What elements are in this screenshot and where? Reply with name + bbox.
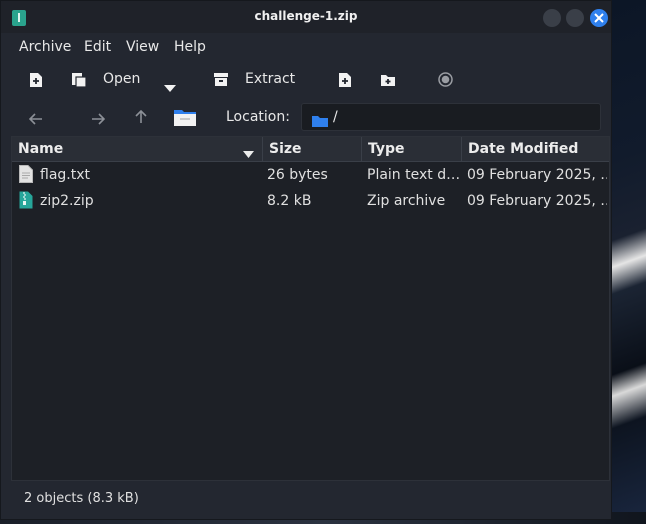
column-type[interactable]: Type — [362, 137, 462, 161]
toolbar: Open Extract — [1, 63, 611, 97]
add-folder-icon[interactable] — [380, 72, 396, 91]
zip-file-icon — [19, 191, 33, 213]
file-size: 26 bytes — [267, 167, 328, 183]
open-button-label[interactable]: Open — [103, 71, 140, 87]
stop-icon[interactable] — [438, 72, 453, 91]
file-size: 8.2 kB — [267, 193, 312, 209]
file-name: flag.txt — [40, 167, 90, 183]
column-size[interactable]: Size — [263, 137, 362, 161]
table-row[interactable]: flag.txt 26 bytes Plain text d… 09 Febru… — [12, 162, 609, 188]
home-folder-icon[interactable] — [173, 107, 197, 131]
column-name[interactable]: Name — [12, 137, 263, 161]
location-path: / — [333, 109, 338, 125]
minimize-button[interactable] — [543, 9, 561, 27]
open-archive-icon[interactable] — [71, 72, 87, 92]
title-bar[interactable]: challenge-1.zip — [1, 1, 611, 33]
column-name-label: Name — [18, 141, 64, 157]
file-name: zip2.zip — [40, 193, 94, 209]
archive-manager-window: challenge-1.zip Archive Edit View Help O… — [0, 0, 612, 520]
window-title: challenge-1.zip — [254, 9, 358, 23]
file-list: Name Size Type Date Modified flag.txt 26… — [11, 136, 610, 481]
table-row[interactable]: zip2.zip 8.2 kB Zip archive 09 February … — [12, 188, 609, 214]
column-header: Name Size Type Date Modified — [12, 137, 609, 162]
location-bar: Location: / — [1, 101, 611, 135]
menu-view[interactable]: View — [126, 39, 159, 55]
column-date-label: Date Modified — [468, 141, 579, 157]
back-arrow-icon[interactable] — [28, 110, 43, 129]
column-type-label: Type — [368, 141, 405, 157]
up-arrow-icon[interactable] — [135, 109, 147, 128]
text-file-icon — [19, 165, 33, 187]
file-date: 09 February 2025, … — [467, 193, 607, 209]
menu-edit[interactable]: Edit — [84, 39, 111, 55]
extract-icon[interactable] — [213, 72, 229, 91]
menu-archive[interactable]: Archive — [19, 39, 71, 55]
forward-arrow-icon[interactable] — [91, 110, 106, 129]
sort-arrow-icon — [243, 146, 254, 162]
close-icon — [594, 13, 604, 23]
menu-bar: Archive Edit View Help — [1, 33, 611, 61]
maximize-button[interactable] — [566, 9, 584, 27]
file-type: Zip archive — [367, 193, 446, 209]
status-text: 2 objects (8.3 kB) — [24, 491, 139, 506]
menu-help[interactable]: Help — [174, 39, 206, 55]
chevron-down-icon[interactable] — [164, 77, 176, 96]
extract-button-label[interactable]: Extract — [245, 71, 295, 87]
location-field[interactable]: / — [301, 103, 601, 131]
desktop-background — [608, 0, 646, 524]
column-size-label: Size — [269, 141, 302, 157]
location-label: Location: — [226, 109, 290, 125]
add-files-icon[interactable] — [338, 72, 352, 92]
status-bar: 2 objects (8.3 kB) — [1, 485, 611, 515]
new-archive-icon[interactable] — [29, 72, 43, 92]
file-type: Plain text d… — [367, 167, 459, 183]
folder-icon — [312, 112, 328, 131]
file-date: 09 February 2025, … — [467, 167, 607, 183]
column-date[interactable]: Date Modified — [462, 137, 609, 161]
close-button[interactable] — [590, 9, 608, 27]
